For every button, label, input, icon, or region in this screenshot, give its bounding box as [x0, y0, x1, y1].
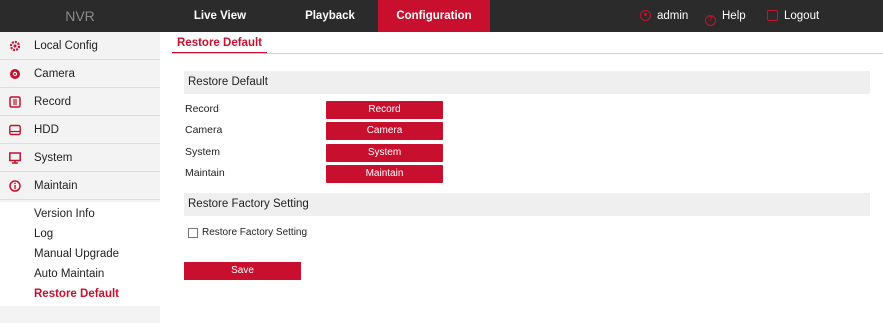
maintain-submenu: Version Info Log Manual Upgrade Auto Mai…	[0, 202, 160, 306]
nav-configuration[interactable]: Configuration	[378, 0, 490, 32]
help-button[interactable]: ? Help	[705, 0, 746, 32]
nav-live-view[interactable]: Live View	[176, 0, 264, 32]
sidebar: Local Config Camera Record HDD System Ma…	[0, 32, 160, 323]
logout-label: Logout	[784, 10, 820, 22]
monitor-icon	[9, 152, 21, 164]
logout-icon	[767, 10, 778, 21]
sidebar-item-maintain[interactable]: Maintain	[0, 172, 160, 200]
user-icon	[640, 10, 651, 21]
user-name: admin	[657, 10, 689, 22]
submenu-item-log[interactable]: Log	[34, 224, 53, 244]
help-icon: ?	[705, 15, 716, 26]
top-bar: NVR Live View Playback Configuration adm…	[0, 0, 883, 32]
record-icon	[9, 96, 21, 108]
hdd-icon	[9, 124, 21, 136]
restore-factory-label: Restore Factory Setting	[202, 227, 308, 238]
restore-maintain-button[interactable]: Maintain	[326, 165, 443, 183]
sidebar-item-label: Record	[34, 96, 72, 108]
row-label-maintain: Maintain	[185, 167, 225, 179]
camera-icon	[10, 69, 20, 79]
submenu-item-restore-default[interactable]: Restore Default	[34, 284, 119, 304]
save-button[interactable]: Save	[184, 262, 301, 280]
sidebar-item-local-config[interactable]: Local Config	[0, 32, 160, 60]
gear-icon	[9, 40, 21, 52]
sidebar-item-label: System	[34, 152, 73, 164]
tab-divider	[172, 53, 883, 54]
submenu-item-auto-maintain[interactable]: Auto Maintain	[34, 264, 104, 284]
sidebar-item-camera[interactable]: Camera	[0, 60, 160, 88]
nav-playback[interactable]: Playback	[290, 0, 370, 32]
sidebar-item-system[interactable]: System	[0, 144, 160, 172]
info-icon	[9, 180, 21, 192]
user-menu[interactable]: admin	[640, 0, 688, 32]
restore-camera-button[interactable]: Camera	[326, 122, 443, 140]
sidebar-item-label: HDD	[34, 124, 59, 136]
sidebar-item-label: Local Config	[34, 40, 98, 52]
sidebar-item-label: Camera	[34, 68, 75, 80]
sidebar-item-hdd[interactable]: HDD	[0, 116, 160, 144]
restore-factory-checkbox[interactable]	[188, 228, 198, 238]
help-label: Help	[722, 10, 746, 22]
logout-button[interactable]: Logout	[767, 0, 819, 32]
sidebar-item-label: Maintain	[34, 180, 78, 192]
section-factory-setting-header: Restore Factory Setting	[184, 193, 870, 216]
sidebar-item-record[interactable]: Record	[0, 88, 160, 116]
row-label-record: Record	[185, 103, 219, 115]
row-label-camera: Camera	[185, 124, 223, 136]
row-label-system: System	[185, 146, 221, 158]
app-logo: NVR	[65, 8, 95, 24]
section-restore-default-header: Restore Default	[184, 71, 870, 94]
submenu-item-manual-upgrade[interactable]: Manual Upgrade	[34, 244, 119, 264]
submenu-item-version-info[interactable]: Version Info	[34, 204, 95, 224]
restore-system-button[interactable]: System	[326, 144, 443, 162]
tab-restore-default[interactable]: Restore Default	[172, 32, 267, 54]
restore-record-button[interactable]: Record	[326, 101, 443, 119]
